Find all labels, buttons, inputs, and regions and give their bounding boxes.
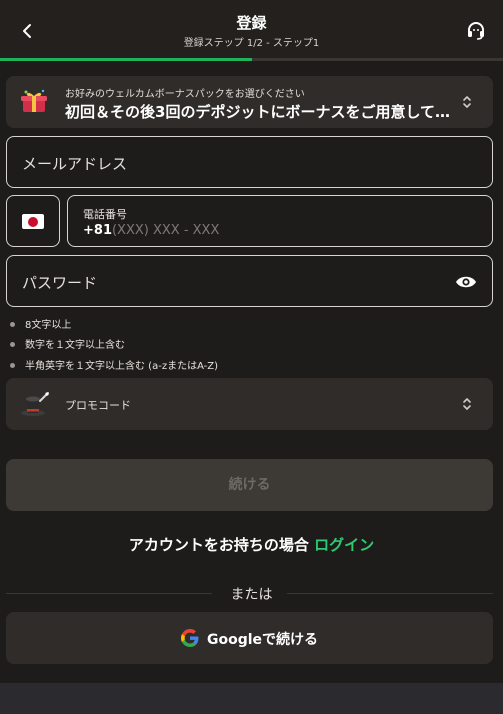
japan-flag-icon xyxy=(22,214,44,229)
divider-right xyxy=(287,593,493,594)
password-rule-text: 数字を１文字以上含む xyxy=(25,340,125,351)
gift-box-icon xyxy=(21,89,47,112)
header: 登録 登録ステップ 1/2 - ステップ1 xyxy=(0,0,503,61)
phone-field[interactable]: 電話番号 +81(XXX) XXX - XXX xyxy=(67,195,493,247)
bottom-bar xyxy=(0,683,503,714)
magic-hat-icon xyxy=(21,392,49,416)
or-separator: または xyxy=(230,587,273,603)
phone-label: 電話番号 xyxy=(83,208,127,221)
password-rule: 8文字以上 xyxy=(10,316,71,331)
promo-code-label: プロモコード xyxy=(65,399,131,412)
phone-placeholder: (XXX) XXX - XXX xyxy=(111,223,220,238)
google-signin-button[interactable]: Googleで続ける xyxy=(6,612,493,664)
promo-code-select[interactable]: プロモコード xyxy=(6,378,493,430)
password-field[interactable]: パスワード xyxy=(6,255,493,307)
google-button-content: Googleで続ける xyxy=(6,629,493,649)
show-password-button[interactable] xyxy=(454,270,478,294)
headset-icon xyxy=(468,22,484,40)
phone-input-row: +81(XXX) XXX - XXX xyxy=(83,223,219,238)
password-rule: 数字を１文字以上含む xyxy=(10,336,125,351)
login-link[interactable]: ログイン xyxy=(314,536,374,554)
support-button[interactable] xyxy=(463,18,489,44)
progress-fill xyxy=(0,58,252,61)
email-placeholder: メールアドレス xyxy=(22,155,128,173)
bonus-value: 初回＆その後3回のデポジットにボーナスをご用意しています xyxy=(65,103,461,121)
password-rule: 半角英字を１文字以上含む (a-zまたはA-Z) xyxy=(10,357,218,372)
continue-button[interactable]: 続ける xyxy=(6,459,493,511)
chevron-updown-icon xyxy=(463,398,471,410)
bonus-hint: お好みのウェルカムボーナスパックをお選びください xyxy=(65,89,305,100)
email-field[interactable]: メールアドレス xyxy=(6,136,493,188)
page-title: 登録 xyxy=(236,14,267,32)
password-rule-text: 8文字以上 xyxy=(25,320,72,331)
password-rule-text: 半角英字を１文字以上含む (a-zまたはA-Z) xyxy=(25,361,219,372)
login-prompt-text: アカウントをお持ちの場合 xyxy=(128,536,309,554)
phone-country-code: +81 xyxy=(83,223,112,238)
google-button-label: Googleで続ける xyxy=(206,632,319,648)
google-logo-icon xyxy=(180,629,199,647)
eye-icon xyxy=(456,276,476,288)
country-code-button[interactable] xyxy=(6,195,60,247)
bullet-dot xyxy=(10,363,15,368)
login-prompt: アカウントをお持ちの場合 ログイン xyxy=(0,534,503,555)
step-indicator: 登録ステップ 1/2 - ステップ1 xyxy=(183,38,320,49)
welcome-bonus-select[interactable]: お好みのウェルカムボーナスパックをお選びください 初回＆その後3回のデポジットに… xyxy=(6,76,493,128)
progress-bar xyxy=(0,58,503,61)
bullet-dot xyxy=(10,342,15,347)
bullet-dot xyxy=(10,322,15,327)
password-placeholder: パスワード xyxy=(22,274,98,292)
chevron-updown-icon xyxy=(463,96,471,108)
